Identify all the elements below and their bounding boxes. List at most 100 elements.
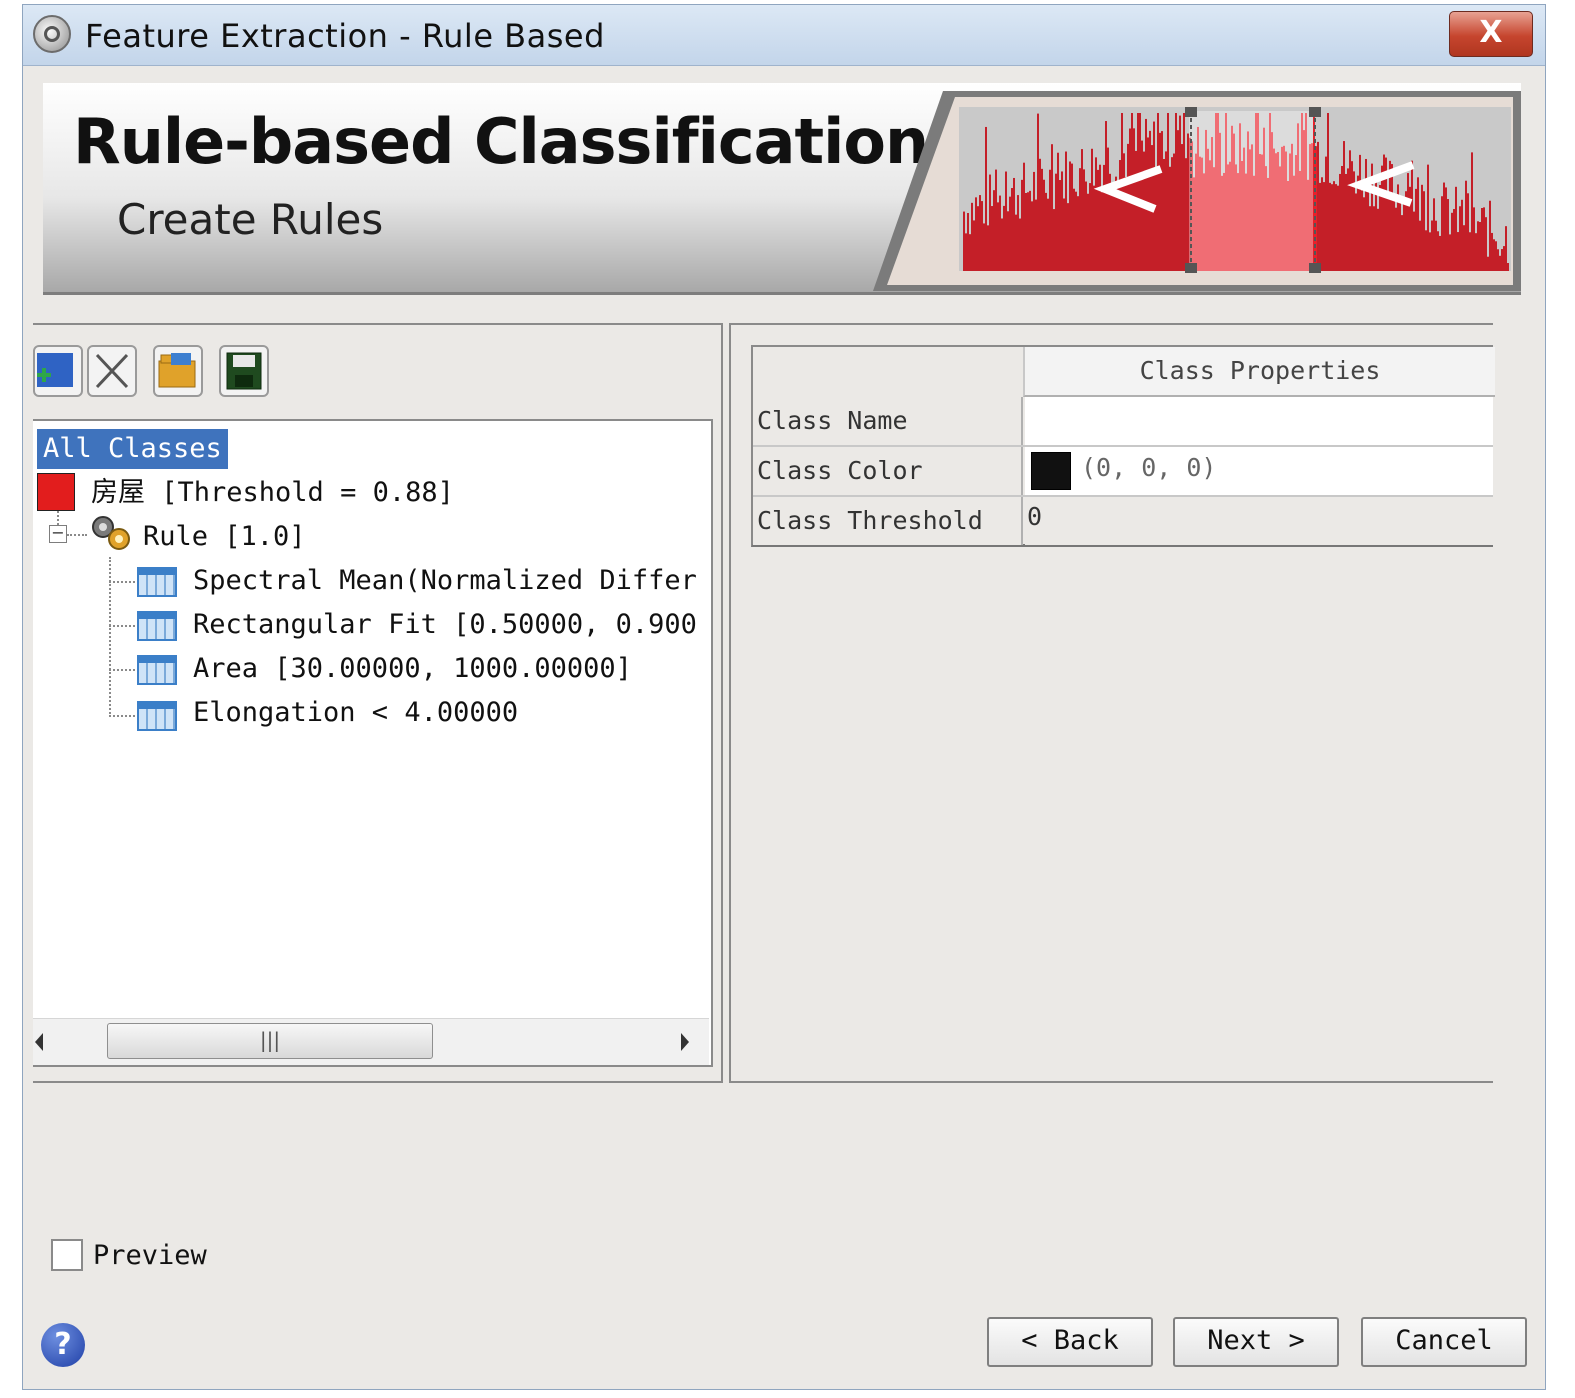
histogram-bar bbox=[987, 225, 989, 271]
histogram-bar bbox=[1399, 198, 1401, 271]
histogram-bar bbox=[1079, 168, 1081, 271]
tree-rule-item[interactable]: Area [30.00000, 1000.00000] bbox=[193, 649, 632, 689]
delete-button[interactable] bbox=[87, 345, 137, 397]
histogram-bar bbox=[1413, 211, 1415, 271]
histogram-bar bbox=[1485, 217, 1487, 271]
class-color-field[interactable]: (0, 0, 0) bbox=[1025, 447, 1493, 495]
histogram-bar bbox=[1173, 153, 1175, 271]
histogram-bar bbox=[1479, 222, 1481, 271]
histogram-graphic bbox=[873, 91, 1521, 291]
histogram-bar bbox=[1329, 182, 1331, 271]
histogram-bar bbox=[1177, 130, 1179, 271]
open-button[interactable] bbox=[153, 345, 203, 397]
save-icon bbox=[226, 352, 262, 390]
horizontal-scrollbar[interactable]: ||| bbox=[33, 1018, 709, 1065]
histogram-bar bbox=[1175, 113, 1177, 271]
histogram-bar bbox=[1407, 173, 1409, 271]
histogram-bar bbox=[1357, 175, 1359, 271]
histogram-bar bbox=[1059, 180, 1061, 271]
histogram-bar bbox=[967, 213, 969, 271]
table-icon bbox=[137, 567, 177, 597]
add-class-button[interactable] bbox=[33, 345, 83, 397]
histogram-bar bbox=[1363, 197, 1365, 271]
open-folder-icon bbox=[158, 353, 196, 388]
histogram-bar bbox=[1181, 144, 1183, 271]
histogram-bar bbox=[1429, 232, 1431, 271]
histogram-bar bbox=[971, 202, 973, 271]
properties-header: Class Properties bbox=[1023, 347, 1495, 397]
close-button[interactable]: X bbox=[1449, 11, 1533, 57]
save-button[interactable] bbox=[219, 345, 269, 397]
histogram-bar bbox=[1047, 198, 1049, 271]
histogram-bar bbox=[1477, 221, 1479, 271]
banner-title: Rule-based Classification bbox=[73, 105, 929, 178]
tree-rule-item[interactable]: Spectral Mean(Normalized Differ bbox=[193, 561, 697, 601]
histogram-bar bbox=[1421, 184, 1423, 271]
histogram-bar bbox=[1443, 182, 1445, 271]
histogram-bar bbox=[1021, 179, 1023, 271]
collapse-toggle[interactable]: − bbox=[49, 525, 67, 543]
histogram-bar bbox=[1041, 168, 1043, 271]
histogram-bar bbox=[1073, 188, 1075, 271]
histogram-bar bbox=[1127, 143, 1129, 271]
histogram-bar bbox=[1105, 121, 1107, 271]
histogram-bar bbox=[1053, 209, 1055, 271]
histogram-bar bbox=[1071, 163, 1073, 271]
class-threshold-field[interactable]: 0 bbox=[1025, 497, 1493, 545]
tree-root-all-classes[interactable]: All Classes bbox=[37, 429, 228, 469]
histogram-bar bbox=[1403, 198, 1405, 271]
tree-rule-node[interactable]: Rule [1.0] bbox=[143, 517, 306, 557]
histogram-bar bbox=[1063, 198, 1065, 271]
histogram-bar bbox=[1423, 191, 1425, 271]
window-app-icon bbox=[33, 15, 71, 53]
scroll-thumb[interactable]: ||| bbox=[107, 1023, 433, 1059]
header-banner: Rule-based Classification Create Rules bbox=[43, 83, 1521, 295]
tree-rule-item[interactable]: Elongation < 4.00000 bbox=[193, 693, 518, 733]
histogram-bar bbox=[1447, 199, 1449, 271]
histogram-bar bbox=[1093, 185, 1095, 271]
histogram-bar bbox=[1179, 115, 1181, 271]
histogram-bar bbox=[1083, 169, 1085, 271]
histogram-bar bbox=[1033, 171, 1035, 271]
next-button[interactable]: Next > bbox=[1173, 1317, 1339, 1367]
histogram-bar bbox=[1167, 113, 1169, 271]
title-bar[interactable]: Feature Extraction - Rule Based X bbox=[23, 5, 1545, 66]
help-icon[interactable]: ? bbox=[41, 1323, 85, 1367]
histogram-bar bbox=[1107, 147, 1109, 271]
histogram-bar bbox=[1101, 192, 1103, 271]
histogram-bar bbox=[1171, 157, 1173, 271]
histogram-bar bbox=[1491, 232, 1493, 271]
histogram-bar bbox=[1097, 169, 1099, 271]
histogram-bar bbox=[1043, 179, 1045, 271]
histogram-bar bbox=[1135, 150, 1137, 271]
histogram-bar bbox=[1039, 158, 1041, 271]
histogram-bar bbox=[1325, 156, 1327, 271]
back-button[interactable]: < Back bbox=[987, 1317, 1153, 1367]
cancel-button[interactable]: Cancel bbox=[1361, 1317, 1527, 1367]
histogram-bar bbox=[1375, 182, 1377, 271]
histogram-bar bbox=[1149, 130, 1151, 271]
histogram-bar bbox=[1497, 249, 1499, 271]
histogram-bar bbox=[1183, 113, 1185, 271]
histogram-bar bbox=[1327, 113, 1329, 271]
scroll-left-icon[interactable] bbox=[35, 1033, 43, 1051]
histogram-bar bbox=[1393, 193, 1395, 271]
scroll-right-icon[interactable] bbox=[681, 1033, 689, 1051]
tree-class-node[interactable]: 房屋 [Threshold = 0.88] bbox=[91, 473, 454, 513]
histogram-bar bbox=[1321, 177, 1323, 271]
tree-rule-item[interactable]: Rectangular Fit [0.50000, 0.900 bbox=[193, 605, 697, 645]
color-swatch[interactable] bbox=[1031, 452, 1071, 490]
histogram-bar bbox=[1419, 220, 1421, 271]
histogram-bar bbox=[1493, 239, 1495, 271]
histogram-bar bbox=[1333, 181, 1335, 271]
histogram-bar bbox=[1019, 218, 1021, 271]
histogram-bar bbox=[1119, 160, 1121, 271]
color-value: (0, 0, 0) bbox=[1081, 453, 1217, 482]
class-tree[interactable]: All Classes 房屋 [Threshold = 0.88] − Rule… bbox=[33, 419, 713, 1067]
histogram-bar bbox=[1395, 207, 1397, 271]
class-name-field[interactable] bbox=[1025, 397, 1493, 445]
histogram-bar bbox=[1489, 200, 1491, 271]
preview-checkbox[interactable] bbox=[51, 1239, 83, 1271]
histogram-bar bbox=[1017, 195, 1019, 271]
histogram-bar bbox=[1069, 161, 1071, 271]
